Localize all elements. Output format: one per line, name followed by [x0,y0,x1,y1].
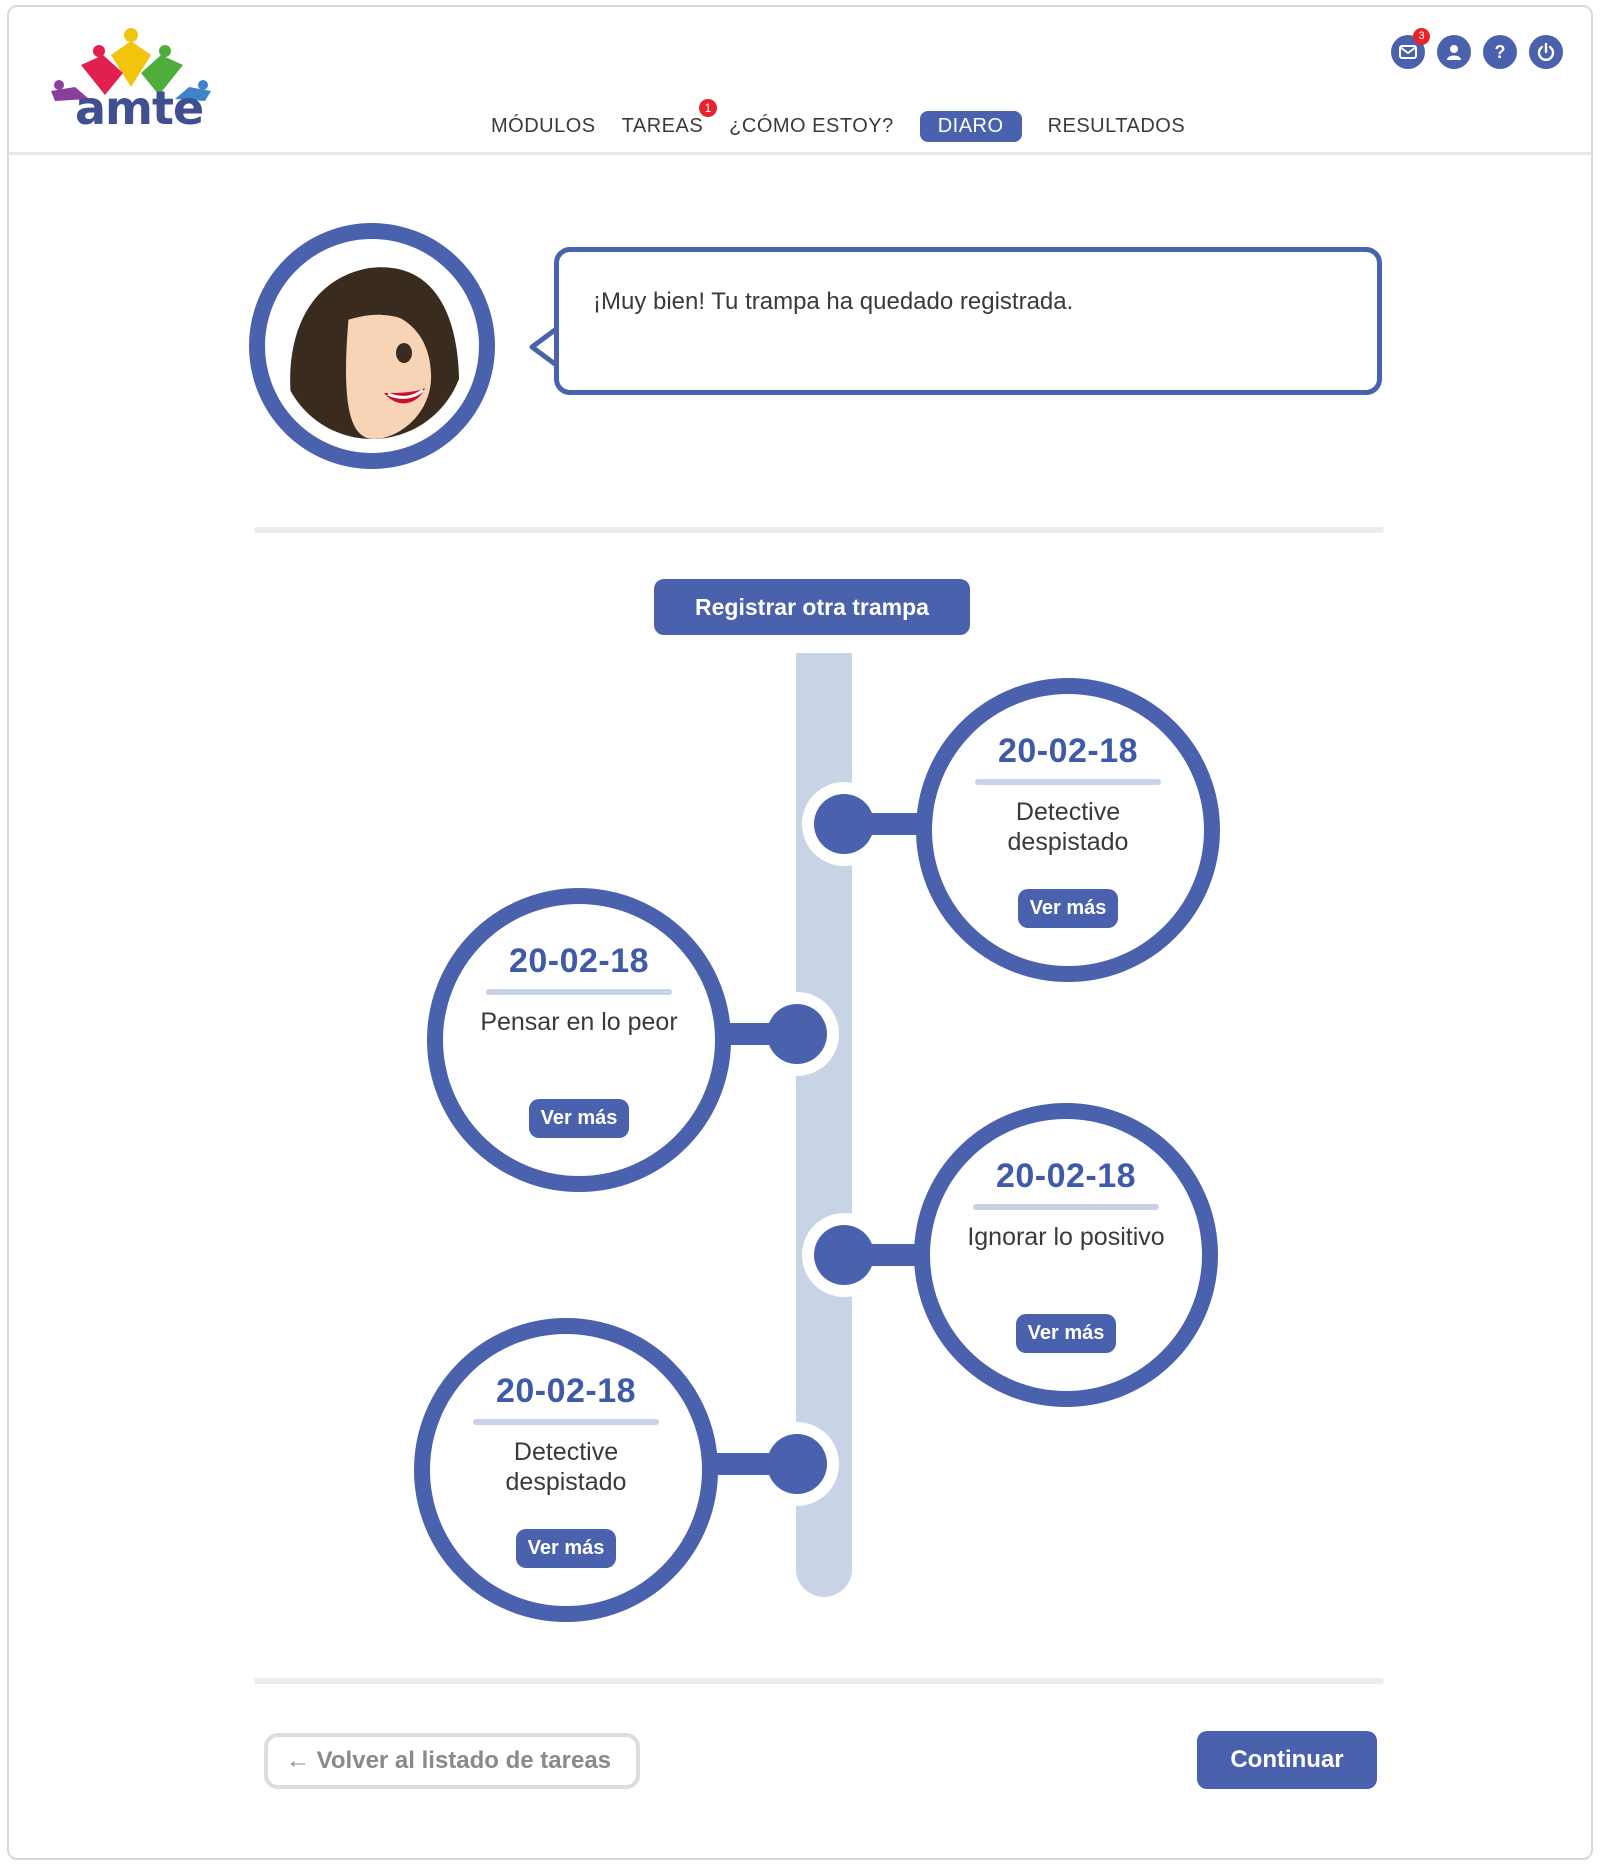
nav-item-resultados[interactable]: RESULTADOS [1036,111,1198,142]
header-icons: 3 ? [1391,28,1563,69]
timeline-entry: 20-02-18 Pensar en lo peor Ver más [427,888,731,1192]
entry-divider [975,779,1161,785]
mail-count-badge: 3 [1413,28,1430,45]
entry-date: 20-02-18 [495,1372,637,1410]
nav-item-modulos[interactable]: MÓDULOS [479,111,608,142]
entry-title: Detective despistado [505,1438,627,1496]
ver-mas-button[interactable]: Ver más [515,1529,617,1568]
entry-date: 20-02-18 [997,732,1139,770]
register-another-button[interactable]: Registrar otra trampa [654,579,970,635]
help-glyph: ? [1494,41,1506,62]
continue-button[interactable]: Continuar [1197,1731,1377,1789]
entry-date: 20-02-18 [995,1157,1137,1195]
ver-mas-button[interactable]: Ver más [528,1099,630,1138]
timeline-entry: 20-02-18 Ignorar lo positivo Ver más [914,1103,1218,1407]
entry-title: Pensar en lo peor [480,1008,678,1036]
power-icon[interactable] [1529,35,1563,69]
entry-title: Detective despistado [1007,798,1129,856]
header: amte MÓDULOS TAREAS 1 ¿CÓMO ESTOY? DIARO … [9,7,1591,155]
message-text: ¡Muy bien! Tu trampa ha quedado registra… [593,288,1074,315]
ver-mas-button[interactable]: Ver más [1017,889,1119,928]
main-nav: MÓDULOS TAREAS 1 ¿CÓMO ESTOY? DIARO RESUL… [479,99,1199,142]
back-to-tasks-button[interactable]: ← Volver al listado de tareas [264,1733,640,1789]
timeline-entry: 20-02-18 Detective despistado Ver más [414,1318,718,1622]
avatar [249,223,495,469]
speech-bubble: ¡Muy bien! Tu trampa ha quedado registra… [554,247,1382,395]
nav-item-label: RESULTADOS [1047,115,1186,137]
tareas-badge: 1 [699,99,718,117]
nav-item-label: DIARO [937,115,1004,137]
avatar-face-icon [279,253,465,439]
entry-divider [473,1419,659,1425]
nav-item-diario[interactable]: DIARO [919,111,1022,142]
entry-divider [973,1204,1159,1210]
ver-mas-button[interactable]: Ver más [1015,1314,1117,1353]
continue-button-label: Continuar [1230,1746,1344,1773]
entry-divider [486,989,672,995]
nav-item-label: MÓDULOS [491,115,596,137]
back-button-label: ← Volver al listado de tareas [286,1747,612,1774]
register-button-label: Registrar otra trampa [695,593,929,620]
nav-item-tareas[interactable]: TAREAS 1 [610,99,718,142]
divider-top [254,527,1384,533]
app-frame: amte MÓDULOS TAREAS 1 ¿CÓMO ESTOY? DIARO … [7,5,1593,1860]
timeline-entry: 20-02-18 Detective despistado Ver más [916,678,1220,982]
entry-date: 20-02-18 [508,942,650,980]
nav-item-label: TAREAS [621,115,704,137]
envelope-icon[interactable]: 3 [1391,28,1430,69]
app-logo[interactable]: amte [45,25,215,135]
divider-bottom [254,1678,1384,1684]
logo-wordmark: amte [75,81,204,135]
entry-title: Ignorar lo positivo [967,1223,1165,1251]
user-icon[interactable] [1437,35,1471,69]
nav-item-label: ¿CÓMO ESTOY? [729,115,894,137]
question-icon[interactable]: ? [1483,35,1517,69]
nav-item-como-estoy[interactable]: ¿CÓMO ESTOY? [717,111,906,142]
